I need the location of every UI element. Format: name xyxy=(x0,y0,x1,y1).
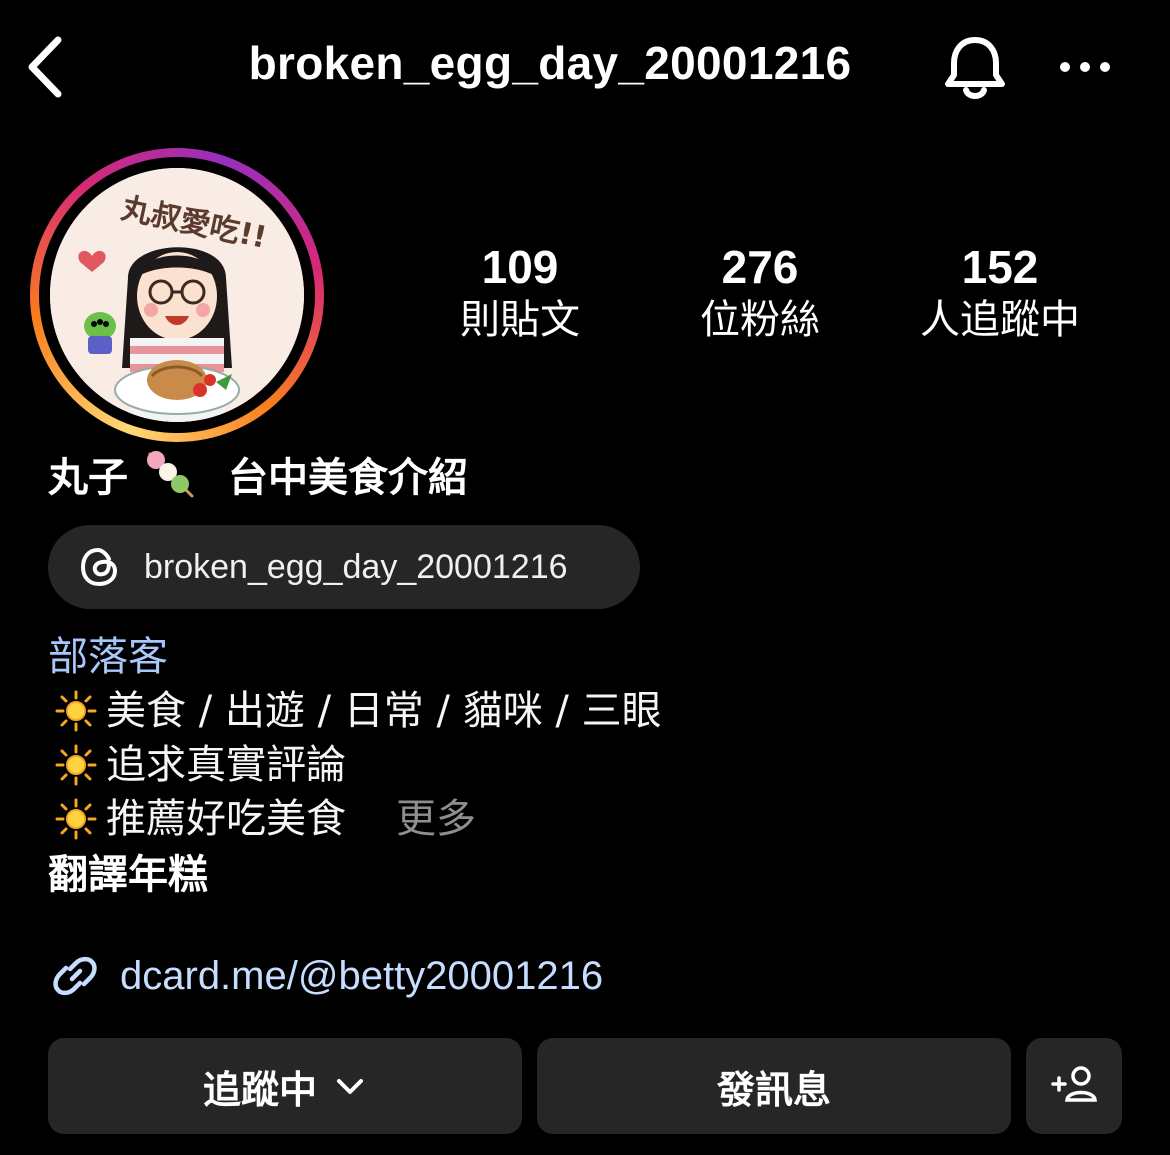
bio-line: 推薦好吃美食 更多 xyxy=(48,792,1048,846)
followers-count-label: 位粉絲 xyxy=(700,297,820,343)
sun-icon xyxy=(54,689,98,733)
display-name-part2: 台中美食介紹 xyxy=(228,455,468,501)
threads-handle: broken_egg_day_20001216 xyxy=(144,547,568,586)
profile-bio: 部落客 美食 / 出遊 / 日常 / 貓咪 / 三眼 追求真實評論 推薦好吃美食 xyxy=(48,630,1048,902)
profile-category: 部落客 xyxy=(48,634,168,680)
sun-icon xyxy=(54,797,98,841)
back-icon[interactable] xyxy=(22,32,72,102)
following-button-label: 追蹤中 xyxy=(202,1067,317,1112)
translate-bio-link[interactable]: 翻譯年糕 xyxy=(48,848,1048,902)
add-user-button[interactable] xyxy=(1026,1038,1122,1134)
sun-icon xyxy=(54,743,98,787)
posts-count[interactable]: 109 則貼文 xyxy=(400,240,640,346)
following-button[interactable]: 追蹤中 xyxy=(48,1038,522,1134)
profile-avatar-story-ring[interactable]: 丸叔愛吃!! xyxy=(30,148,324,442)
threads-profile-link[interactable]: broken_egg_day_20001216 xyxy=(48,525,640,609)
profile-stats: 109 則貼文 276 位粉絲 152 人追蹤中 xyxy=(400,240,1120,350)
dango-icon xyxy=(142,446,198,502)
link-icon xyxy=(48,949,102,1003)
avatar: 丸叔愛吃!! xyxy=(50,168,304,422)
bio-line: 追求真實評論 xyxy=(48,738,1048,792)
profile-display-name: 丸子 台中美食介紹 xyxy=(48,446,468,502)
bio-line-text: 推薦好吃美食 xyxy=(106,796,346,842)
following-count[interactable]: 152 人追蹤中 xyxy=(880,240,1120,346)
followers-count-value: 276 xyxy=(721,241,799,293)
add-user-icon xyxy=(1049,1064,1099,1108)
profile-username-title: broken_egg_day_20001216 xyxy=(248,37,852,89)
bio-line-text: 追求真實評論 xyxy=(106,742,346,788)
bell-icon[interactable] xyxy=(940,32,1010,104)
message-button-label: 發訊息 xyxy=(716,1067,831,1112)
external-link[interactable]: dcard.me/@betty20001216 xyxy=(48,946,603,1006)
more-options-icon[interactable] xyxy=(1055,52,1115,82)
bio-line-text: 美食 / 出遊 / 日常 / 貓咪 / 三眼 xyxy=(106,688,662,734)
message-button[interactable]: 發訊息 xyxy=(537,1038,1011,1134)
posts-count-label: 則貼文 xyxy=(460,297,580,343)
threads-icon xyxy=(78,545,122,589)
following-count-label: 人追蹤中 xyxy=(920,297,1080,343)
display-name-part1: 丸子 xyxy=(48,455,128,501)
external-link-text: dcard.me/@betty20001216 xyxy=(120,953,604,998)
posts-count-value: 109 xyxy=(481,241,559,293)
chevron-down-icon xyxy=(333,1069,367,1103)
following-count-value: 152 xyxy=(961,241,1039,293)
bio-more-link[interactable]: 更多 xyxy=(396,792,476,846)
followers-count[interactable]: 276 位粉絲 xyxy=(640,240,880,346)
top-bar: broken_egg_day_20001216 xyxy=(0,0,1170,135)
bio-line: 美食 / 出遊 / 日常 / 貓咪 / 三眼 xyxy=(48,684,1048,738)
